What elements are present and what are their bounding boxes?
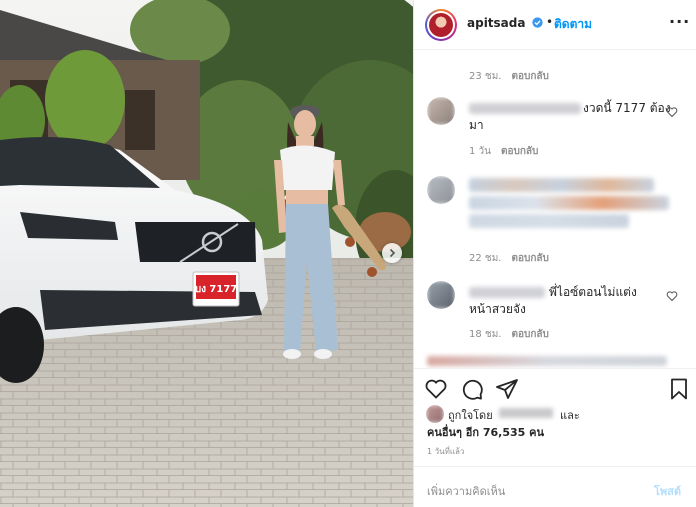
add-comment-input[interactable]: เพิ่มความคิดเห็น [427,482,505,500]
liked-by-label: ถูกใจโดย [448,409,493,422]
reply-button[interactable]: ตอบกลับ [501,146,538,157]
likes-count[interactable]: คนอื่นๆ อีก 76,535 คน [427,423,544,441]
commenter-avatar[interactable] [427,176,455,204]
post-details-panel: apitsada • ติดตาม ··· 23 ชม. ตอบกลับ งวดน… [413,0,696,507]
reply-button[interactable]: ตอบกลับ [511,71,548,82]
comment-time: 18 ชม. [469,329,502,340]
blurred-comment [469,196,669,210]
liker-name-blurred[interactable] [499,408,553,418]
comment-text-line2: หน้าสวยจัง [469,302,526,316]
svg-text:บง 7177: บง 7177 [195,284,238,295]
verified-badge-icon [532,17,543,28]
add-comment-bar: เพิ่มความคิดเห็น โพสต์ [414,466,696,507]
author-avatar[interactable] [425,9,457,41]
commenter-avatar[interactable] [427,281,455,309]
header-separator: • [546,15,554,29]
heart-icon[interactable] [424,377,448,401]
author-username[interactable]: apitsada [467,16,525,30]
blurred-comment [469,178,654,192]
instagram-post-view: บง 7177 apitsada • ติดตาม ··· 23 ชม. ตอบ… [0,0,696,507]
comment-text-line2: มา [469,118,484,132]
reply-button[interactable]: ตอบกลับ [511,253,548,264]
comment-like-icon[interactable] [666,290,678,302]
comment-like-icon[interactable] [666,106,678,118]
comment-meta: 1 วัน ตอบกลับ [469,144,538,159]
comment-icon[interactable] [460,377,484,401]
comment-text: งวดนี้ 7177 ต้อง [583,101,671,115]
comment-time: 22 ชม. [469,253,502,264]
liker-avatar[interactable] [426,405,444,423]
post-header: apitsada • ติดตาม ··· [414,0,696,50]
comments-list[interactable]: 23 ชม. ตอบกลับ งวดนี้ 7177 ต้อง มา 1 วันต… [414,50,696,368]
post-actions-bar [414,368,696,408]
blurred-username [469,103,581,114]
avatar-image [429,13,453,37]
blurred-username [469,287,545,298]
reply-button[interactable]: ตอบกลับ [511,329,548,340]
liked-by-and: และ [560,409,580,422]
comment-time: 1 วัน [469,146,491,157]
post-timestamp[interactable]: 1 วันที่แล้ว [427,445,464,458]
follow-button[interactable]: ติดตาม [554,15,592,34]
bookmark-icon[interactable] [667,377,691,401]
photo-illustration: บง 7177 [0,0,413,507]
comment-meta: 18 ชม. ตอบกลับ [469,327,549,342]
send-icon[interactable] [495,377,519,401]
commenter-avatar[interactable] [427,97,455,125]
post-comment-button[interactable]: โพสต์ [654,482,681,500]
comment-meta: 22 ชม. ตอบกลับ [469,251,549,266]
blurred-comment [469,214,629,228]
post-photo[interactable]: บง 7177 [0,0,413,507]
carousel-next-button[interactable] [382,243,402,263]
chevron-right-icon [389,248,396,258]
more-options-icon[interactable]: ··· [669,12,690,31]
comment-meta: 23 ชม. ตอบกลับ [469,69,549,84]
comment-text: พี่ไอซ์ตอนไม่แต่ง [549,285,637,299]
avatar-ring-inner [427,11,455,39]
blurred-comment [427,356,667,366]
likes-summary: ถูกใจโดย และ คนอื่นๆ อีก 76,535 คน [414,404,696,440]
comment-time: 23 ชม. [469,71,502,82]
